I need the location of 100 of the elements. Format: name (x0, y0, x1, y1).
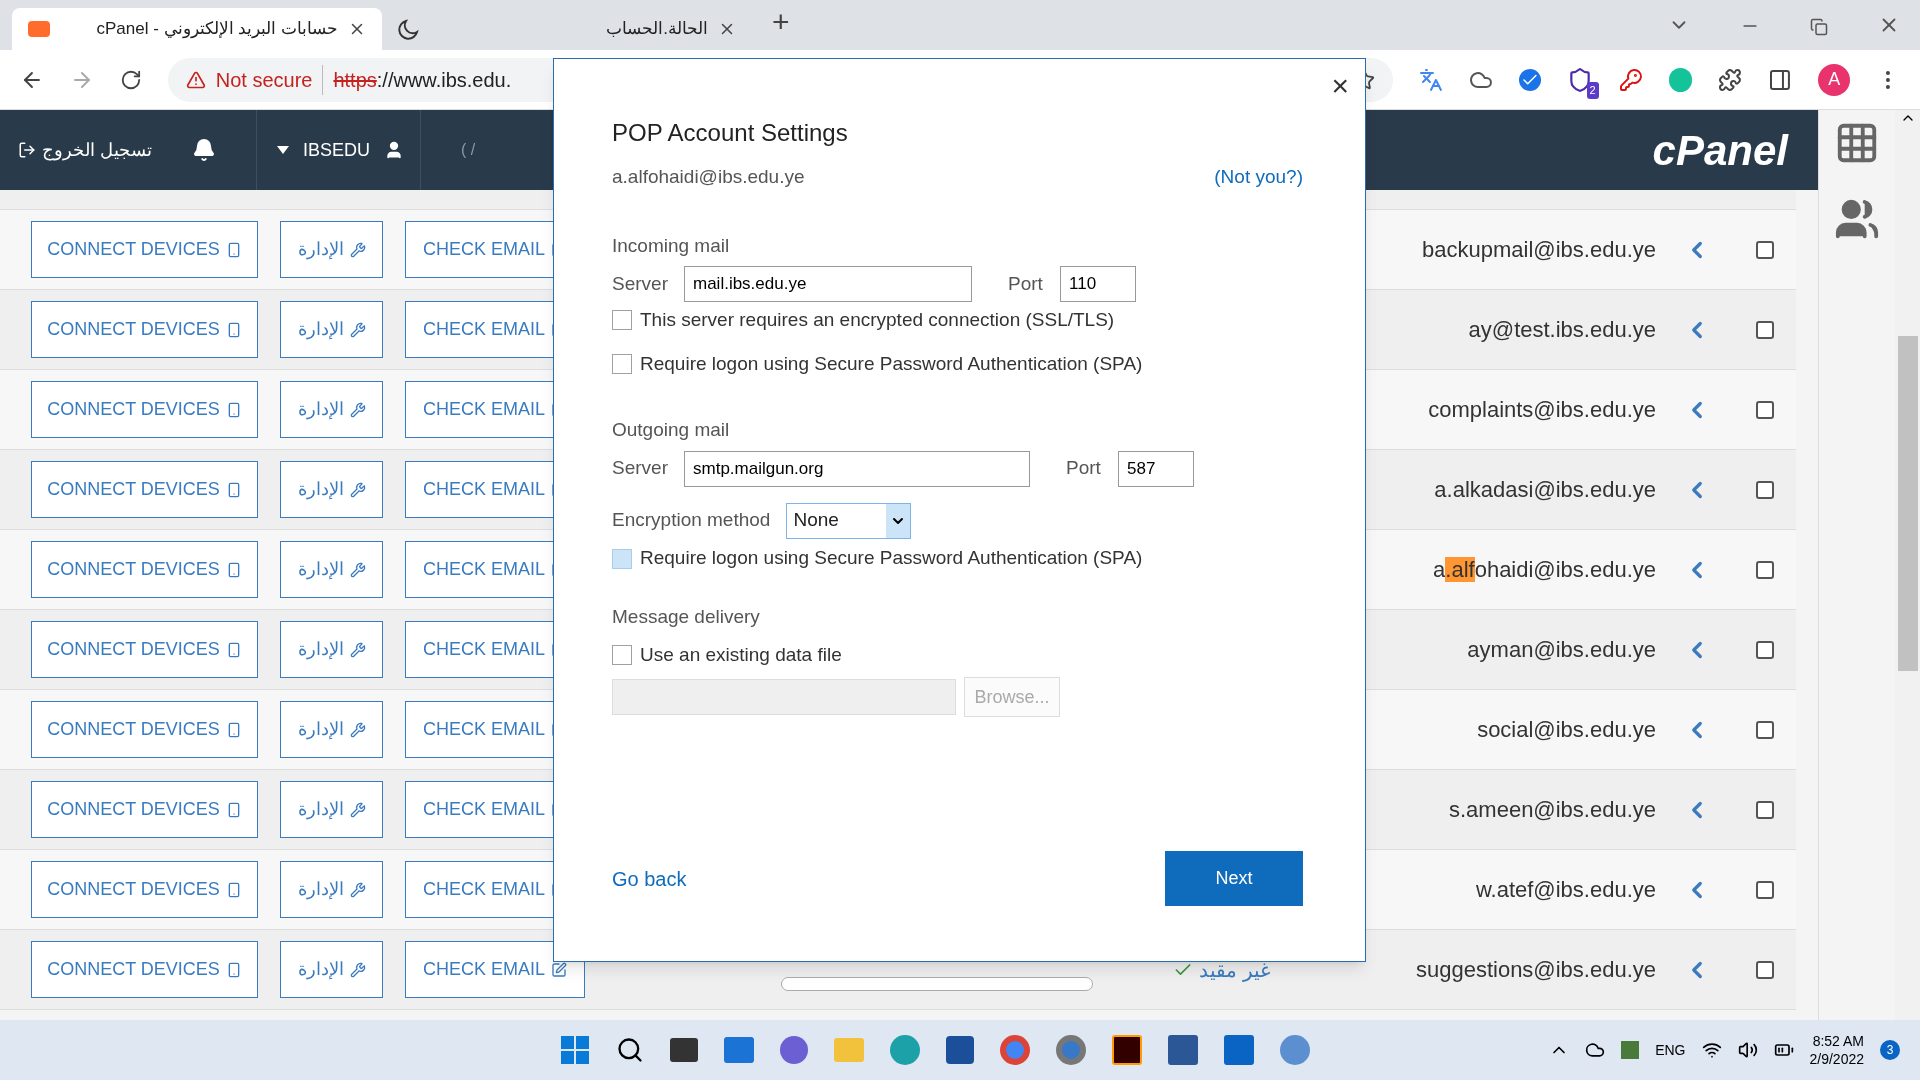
dialog-title: POP Account Settings (612, 118, 849, 148)
cpanel-logo: cPanel (1652, 125, 1788, 176)
notifications-icon[interactable] (192, 138, 216, 162)
manage-button[interactable]: الإدارة (280, 541, 383, 598)
manage-button[interactable]: الإدارة (280, 941, 383, 998)
check-extension-icon[interactable] (1518, 68, 1541, 91)
account-email: a.alfohaidi@ibs.edu.ye (612, 165, 805, 189)
security-status: Not secure (215, 64, 324, 95)
wrench-icon (349, 721, 366, 738)
reload-icon[interactable] (119, 68, 142, 91)
wrench-icon (349, 241, 366, 258)
email-address: ayman@ibs.edu.ye (1467, 636, 1656, 664)
row-checkbox[interactable] (1756, 880, 1774, 899)
checkbox-label: This server requires an encrypted connection (SSL/TLS) (640, 307, 1115, 332)
connect-devices-button[interactable]: CONNECT DEVICES (31, 781, 258, 838)
outgoing-port-field[interactable]: 587 (1118, 450, 1194, 487)
section-heading: Message delivery (612, 604, 761, 629)
connect-devices-button[interactable]: CONNECT DEVICES (31, 381, 258, 438)
extensions-icon[interactable] (1718, 67, 1743, 92)
connect-devices-button[interactable]: CONNECT DEVICES (31, 541, 258, 598)
row-checkbox[interactable] (1756, 480, 1774, 499)
manage-button[interactable]: الإدارة (280, 221, 383, 278)
logout-link[interactable]: تسجيل الخروج (18, 136, 152, 164)
warning-icon (185, 69, 206, 90)
browse-button[interactable]: Browse... (964, 677, 1060, 717)
manage-button[interactable]: الإدارة (280, 781, 383, 838)
wrench-icon (349, 481, 366, 498)
email-address: a.alkadasi@ibs.edu.ye (1434, 476, 1656, 504)
section-heading: Outgoing mail (612, 418, 731, 442)
field-label: Server (612, 456, 669, 481)
manage-button[interactable]: الإدارة (280, 701, 383, 758)
browser-tab[interactable]: cPanel - حسابات البريد الإلكتروني (12, 8, 382, 50)
connect-devices-button[interactable]: CONNECT DEVICES (31, 221, 258, 278)
volume-icon[interactable] (1737, 1040, 1758, 1060)
email-address: complaints@ibs.edu.ye (1428, 396, 1656, 424)
profile-avatar[interactable]: A (1818, 63, 1851, 96)
wrench-icon (349, 801, 366, 818)
language-indicator[interactable]: ENG (1655, 1039, 1686, 1061)
wrench-icon (349, 561, 366, 578)
outgoing-server-field[interactable]: smtp.mailgun.org (684, 450, 1030, 487)
extension-badge: 2 (1586, 82, 1599, 99)
connect-devices-button[interactable]: CONNECT DEVICES (31, 461, 258, 518)
wifi-icon[interactable] (1701, 1040, 1722, 1060)
incoming-server-field[interactable]: mail.ibs.edu.ye (684, 266, 972, 302)
row-checkbox[interactable] (1756, 640, 1774, 659)
row-checkbox[interactable] (1756, 800, 1774, 819)
dialog-close[interactable]: × (1331, 63, 1349, 108)
new-tab-button[interactable]: + (772, 0, 790, 44)
restore-icon[interactable] (1810, 18, 1828, 36)
checkbox[interactable] (612, 354, 632, 374)
connect-devices-button[interactable]: CONNECT DEVICES (31, 301, 258, 358)
clock-time[interactable]: 8:52 AM (1812, 1032, 1864, 1050)
field-label: Encryption method (612, 508, 771, 533)
row-checkbox[interactable] (1756, 400, 1774, 419)
row-checkbox[interactable] (1756, 240, 1774, 259)
edit-icon (551, 961, 567, 978)
key-icon[interactable] (1618, 67, 1643, 92)
checkbox-label: Use an existing data file (640, 642, 842, 667)
translate-icon[interactable] (1418, 67, 1443, 92)
data-file-field[interactable] (612, 679, 956, 715)
onedrive-icon[interactable] (1585, 1040, 1606, 1060)
checkbox-label: Require logon using Secure Password Authentication (SPA) (640, 546, 1143, 571)
manage-button[interactable]: الإدارة (280, 381, 383, 438)
manage-button[interactable]: الإدارة (280, 861, 383, 918)
connect-devices-button[interactable]: CONNECT DEVICES (31, 941, 258, 998)
search-icon[interactable] (615, 1036, 644, 1064)
clock-date[interactable]: 2/9/2022 (1809, 1050, 1864, 1068)
checkbox[interactable] (612, 645, 632, 665)
row-checkbox[interactable] (1756, 320, 1774, 339)
manage-button[interactable]: الإدارة (280, 461, 383, 518)
notification-badge[interactable]: 3 (1880, 1040, 1900, 1060)
email-address: s.ameen@ibs.edu.ye (1449, 796, 1656, 824)
connect-devices-button[interactable]: CONNECT DEVICES (31, 701, 258, 758)
wrench-icon (349, 881, 366, 898)
start-icon[interactable] (559, 1035, 590, 1065)
manage-button[interactable]: الإدارة (280, 301, 383, 358)
logout-icon (18, 141, 36, 159)
checkbox[interactable] (612, 310, 632, 330)
row-checkbox[interactable] (1756, 720, 1774, 739)
connect-devices-button[interactable]: CONNECT DEVICES (31, 621, 258, 678)
manage-button[interactable]: الإدارة (280, 621, 383, 678)
checkbox[interactable] (612, 548, 632, 569)
incoming-port-field[interactable]: 110 (1060, 266, 1136, 302)
tab-title: الحالة.الحساب (605, 18, 708, 41)
row-checkbox[interactable] (1756, 960, 1774, 979)
side-panel-icon[interactable] (1768, 67, 1793, 92)
encryption-dropdown[interactable]: None (786, 502, 912, 539)
breadcrumb-text: ( / (461, 140, 476, 160)
check-email-button[interactable]: CHECK EMAIL (405, 941, 585, 998)
connect-devices-button[interactable]: CONNECT DEVICES (31, 861, 258, 918)
row-checkbox[interactable] (1756, 560, 1774, 579)
scrollbar-thumb[interactable] (1897, 336, 1918, 671)
next-button[interactable]: Next (1165, 851, 1303, 906)
field-label: Port (1066, 456, 1102, 481)
restriction-text: غير مقيد (1199, 957, 1270, 984)
email-address: suggestions@ibs.edu.ye (1415, 956, 1656, 984)
url-text: https://www.ibs.edu. (333, 67, 512, 93)
wrench-icon (349, 401, 366, 418)
not-you-link[interactable]: (Not you?) (1214, 163, 1303, 192)
go-back-link[interactable]: Go back (612, 863, 687, 894)
